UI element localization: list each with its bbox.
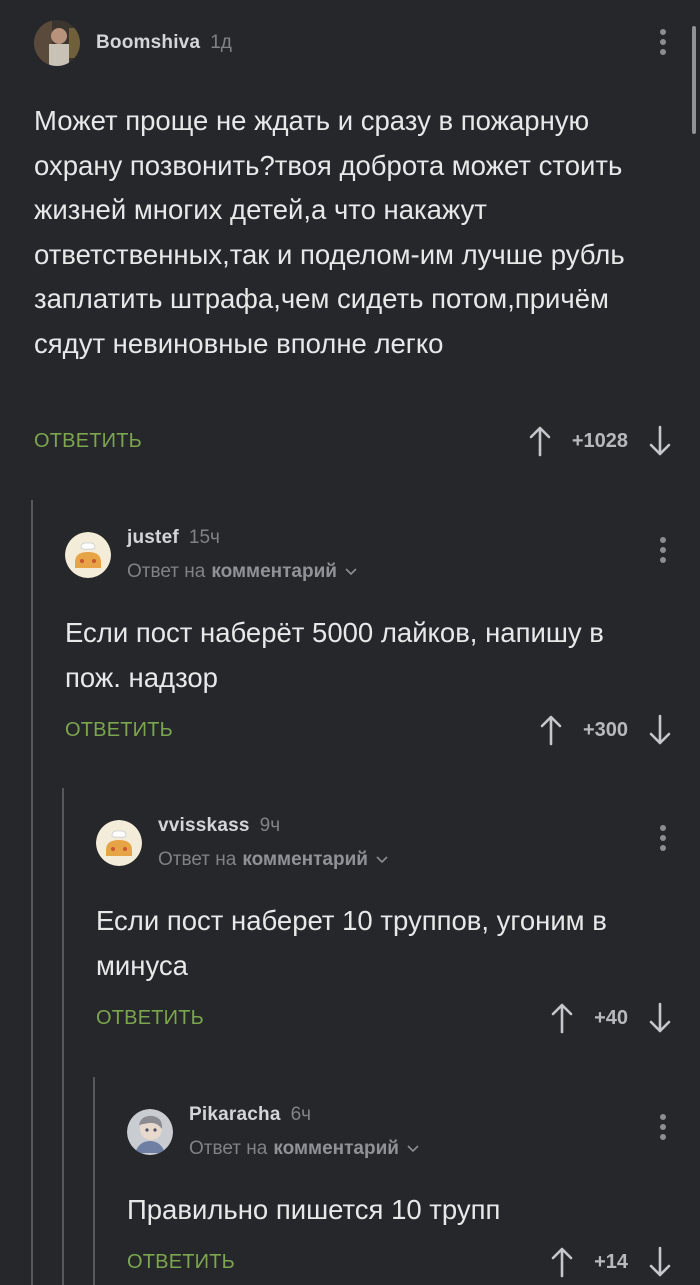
comment-text: Если пост наберет 10 труппов, угоним в м…	[96, 905, 607, 981]
reply-to-target[interactable]: комментарий	[211, 561, 337, 583]
username[interactable]: Pikaracha	[189, 1104, 281, 1126]
reply-to-link[interactable]: Ответ на комментарий	[158, 849, 388, 871]
downvote-arrow-icon[interactable]	[648, 1246, 672, 1278]
downvote-arrow-icon[interactable]	[648, 425, 672, 457]
reply-to-prefix: Ответ на	[158, 849, 237, 870]
downvote-arrow-icon[interactable]	[648, 1002, 672, 1034]
thread-line-level-3[interactable]	[93, 1077, 95, 1285]
username[interactable]: justef	[127, 527, 179, 549]
upvote-arrow-icon[interactable]	[539, 714, 563, 746]
reply-to-target[interactable]: комментарий	[242, 849, 368, 871]
reply-to-link[interactable]: Ответ на комментарий	[189, 1138, 419, 1160]
thread-line-level-2[interactable]	[62, 788, 64, 1285]
comment-text: Может проще не ждать и сразу в пожарную …	[34, 105, 625, 359]
more-vertical-icon[interactable]	[660, 29, 666, 55]
upvote-arrow-icon[interactable]	[528, 425, 552, 457]
comment-text: Правильно пишется 10 трупп	[127, 1194, 501, 1225]
reply-to-prefix: Ответ на	[189, 1138, 268, 1159]
avatar[interactable]	[96, 820, 142, 866]
reply-to-link[interactable]: Ответ на комментарий	[127, 561, 357, 583]
vote-controls: +1028	[528, 425, 672, 457]
downvote-arrow-icon[interactable]	[648, 714, 672, 746]
vote-score: +14	[594, 1250, 628, 1273]
comment-text: Если пост наберёт 5000 лайков, напишу в …	[65, 617, 604, 693]
more-vertical-icon[interactable]	[660, 1114, 666, 1140]
reply-to-target[interactable]: комментарий	[273, 1138, 399, 1160]
scrollbar-thumb[interactable]	[692, 26, 696, 134]
vote-score: +300	[582, 718, 628, 741]
reply-button[interactable]: ОТВЕТИТЬ	[127, 1251, 235, 1274]
reply-button[interactable]: ОТВЕТИТЬ	[96, 1007, 204, 1030]
username[interactable]: Boomshiva	[96, 32, 200, 54]
avatar[interactable]	[65, 532, 111, 578]
reply-button[interactable]: ОТВЕТИТЬ	[65, 719, 173, 742]
thread-line-level-1[interactable]	[31, 500, 33, 1285]
username[interactable]: vvisskass	[158, 815, 250, 837]
comment-time: 15ч	[188, 527, 220, 548]
chevron-down-icon[interactable]	[407, 1145, 419, 1153]
chevron-down-icon[interactable]	[345, 568, 357, 576]
comment-time: 1д	[210, 32, 232, 53]
vote-score: +40	[594, 1006, 628, 1029]
more-vertical-icon[interactable]	[660, 825, 666, 851]
vote-controls: +14	[550, 1246, 672, 1278]
comment-time: 9ч	[259, 815, 281, 836]
vote-controls: +300	[539, 714, 672, 746]
comment-time: 6ч	[290, 1104, 312, 1125]
vote-score: +1028	[571, 429, 628, 452]
avatar[interactable]	[34, 20, 80, 66]
more-vertical-icon[interactable]	[660, 537, 666, 563]
avatar[interactable]	[127, 1109, 173, 1155]
chevron-down-icon[interactable]	[376, 856, 388, 864]
vote-controls: +40	[550, 1002, 672, 1034]
reply-button[interactable]: ОТВЕТИТЬ	[34, 430, 142, 453]
upvote-arrow-icon[interactable]	[550, 1002, 574, 1034]
upvote-arrow-icon[interactable]	[550, 1246, 574, 1278]
reply-to-prefix: Ответ на	[127, 561, 206, 582]
